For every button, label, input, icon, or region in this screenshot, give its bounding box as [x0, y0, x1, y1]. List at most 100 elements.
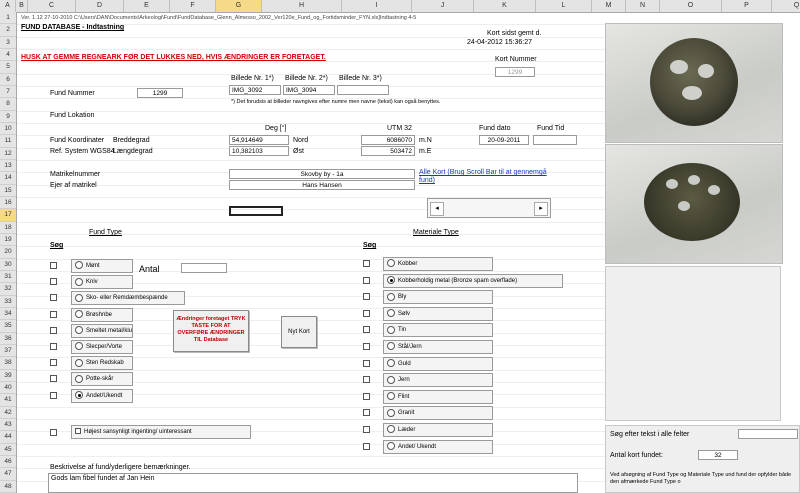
- radio-icon[interactable]: [75, 391, 83, 400]
- fund-type-option[interactable]: Sko- eller Remdæmbespænde: [71, 291, 185, 306]
- column-header-J[interactable]: J: [412, 0, 474, 12]
- radio-icon[interactable]: [387, 342, 395, 351]
- row-header-14[interactable]: 14: [0, 172, 16, 185]
- row-header-15[interactable]: 15: [0, 185, 16, 197]
- radio-icon[interactable]: [387, 309, 395, 318]
- fund-type-checkbox[interactable]: [50, 294, 57, 302]
- row-header-40[interactable]: 40: [0, 382, 16, 395]
- row-header-17[interactable]: 17: [0, 209, 16, 222]
- material-checkbox[interactable]: [363, 343, 370, 350]
- radio-icon[interactable]: [387, 259, 395, 268]
- row-header-36[interactable]: 36: [0, 333, 16, 345]
- row-header-16[interactable]: 16: [0, 197, 16, 210]
- fund-type-option[interactable]: Potte-skår: [71, 372, 133, 387]
- fund-time-field[interactable]: [533, 135, 577, 145]
- row-header-3[interactable]: 3: [0, 37, 16, 49]
- column-header-P[interactable]: P: [722, 0, 772, 12]
- row-header-47[interactable]: 47: [0, 468, 16, 481]
- utm-north-field[interactable]: 6086070: [361, 135, 415, 145]
- row-header-10[interactable]: 10: [0, 123, 16, 136]
- radio-icon[interactable]: [387, 375, 395, 384]
- material-option[interactable]: Granit: [383, 406, 493, 421]
- image1-field[interactable]: IMG_3092: [229, 85, 281, 95]
- column-header-I[interactable]: I: [342, 0, 412, 12]
- fund-type-option[interactable]: Andet/Ukendt: [71, 388, 133, 403]
- material-option[interactable]: Kobber: [383, 257, 493, 271]
- column-header-L[interactable]: L: [536, 0, 592, 12]
- material-checkbox[interactable]: [363, 359, 370, 367]
- radio-icon[interactable]: [75, 277, 83, 286]
- selected-cell[interactable]: [229, 206, 283, 216]
- row-header-13[interactable]: 13: [0, 160, 16, 173]
- scroll-right-arrow-icon[interactable]: ▸: [534, 202, 548, 216]
- row-header-12[interactable]: 12: [0, 148, 16, 160]
- fund-type-checkbox[interactable]: [50, 278, 57, 286]
- radio-icon[interactable]: [75, 326, 83, 335]
- quantity-field[interactable]: [181, 263, 227, 273]
- row-header-43[interactable]: 43: [0, 419, 16, 432]
- row-header-46[interactable]: 46: [0, 456, 16, 469]
- row-header-11[interactable]: 11: [0, 135, 16, 148]
- radio-icon[interactable]: [387, 408, 395, 417]
- material-option[interactable]: Flint: [383, 389, 493, 404]
- fund-type-option[interactable]: Slecper/Vorte: [71, 340, 133, 354]
- radio-icon[interactable]: [387, 359, 395, 368]
- row-header-45[interactable]: 45: [0, 444, 16, 456]
- column-header-M[interactable]: M: [592, 0, 626, 12]
- radio-icon[interactable]: [387, 442, 395, 451]
- card-number-field[interactable]: 1299: [495, 67, 535, 77]
- row-header-7[interactable]: 7: [0, 86, 16, 99]
- radio-icon[interactable]: [75, 261, 83, 270]
- column-header-A[interactable]: A: [0, 0, 16, 12]
- material-option[interactable]: Bly: [383, 290, 493, 305]
- row-header-44[interactable]: 44: [0, 431, 16, 444]
- uninteresting-checkbox[interactable]: [50, 429, 57, 436]
- material-checkbox[interactable]: [363, 293, 370, 301]
- column-header-F[interactable]: F: [170, 0, 216, 12]
- material-option[interactable]: Sølv: [383, 306, 493, 321]
- column-header-O[interactable]: O: [660, 0, 722, 12]
- fund-type-option[interactable]: Mønt: [71, 259, 133, 273]
- radio-icon[interactable]: [387, 325, 395, 334]
- row-header-42[interactable]: 42: [0, 407, 16, 419]
- row-header-33[interactable]: 33: [0, 296, 16, 308]
- row-header-30[interactable]: 30: [0, 259, 16, 271]
- row-header-39[interactable]: 39: [0, 370, 16, 382]
- row-header-9[interactable]: 9: [0, 111, 16, 123]
- row-header-8[interactable]: 8: [0, 98, 16, 111]
- row-header-5[interactable]: 5: [0, 61, 16, 74]
- image3-field[interactable]: [337, 85, 389, 95]
- fund-type-checkbox[interactable]: [50, 262, 57, 269]
- row-header-20[interactable]: 20: [0, 246, 16, 259]
- owner-field[interactable]: Hans Hansen: [229, 180, 415, 190]
- material-checkbox[interactable]: [363, 426, 370, 433]
- radio-icon[interactable]: [75, 342, 83, 351]
- row-header-34[interactable]: 34: [0, 308, 16, 321]
- fund-number-field[interactable]: 1299: [137, 88, 183, 98]
- row-header-4[interactable]: 4: [0, 49, 16, 62]
- column-header-C[interactable]: C: [28, 0, 76, 12]
- column-header-K[interactable]: K: [474, 0, 536, 12]
- radio-icon[interactable]: [75, 310, 83, 319]
- row-header-48[interactable]: 48: [0, 481, 16, 493]
- image2-field[interactable]: IMG_3094: [283, 85, 335, 95]
- scroll-left-arrow-icon[interactable]: ◂: [430, 202, 444, 216]
- radio-icon[interactable]: [387, 392, 395, 401]
- radio-icon[interactable]: [75, 358, 83, 367]
- row-header-38[interactable]: 38: [0, 357, 16, 370]
- fund-type-checkbox[interactable]: [50, 326, 57, 334]
- material-option[interactable]: Stål/Jern: [383, 340, 493, 354]
- description-field[interactable]: Gods lam fibel fundet af Jan Hein: [48, 473, 578, 493]
- row-header-6[interactable]: 6: [0, 74, 16, 86]
- row-header-19[interactable]: 19: [0, 234, 16, 247]
- material-checkbox[interactable]: [363, 276, 370, 284]
- column-header-D[interactable]: D: [76, 0, 124, 12]
- row-header-35[interactable]: 35: [0, 320, 16, 333]
- fund-type-checkbox[interactable]: [50, 375, 57, 383]
- material-checkbox[interactable]: [363, 326, 370, 334]
- column-header-N[interactable]: N: [626, 0, 660, 12]
- fund-type-checkbox[interactable]: [50, 359, 57, 367]
- material-checkbox[interactable]: [363, 442, 370, 450]
- radio-icon[interactable]: [387, 276, 395, 285]
- fund-date-field[interactable]: 20-09-2011: [479, 135, 529, 145]
